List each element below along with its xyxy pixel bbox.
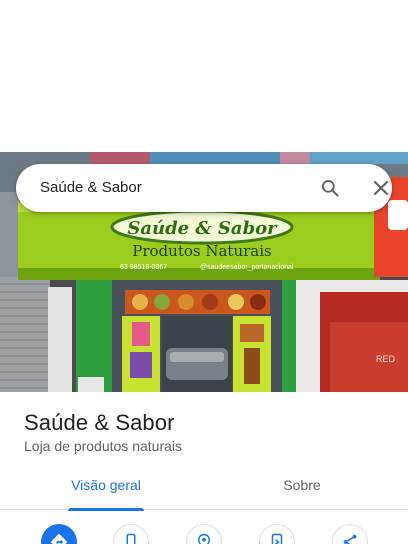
map-blank-area [0,0,408,152]
place-details-sheet: Saúde & Sabor Loja de produtos naturais … [0,392,408,544]
search-icon[interactable] [318,176,342,200]
call-button[interactable] [113,524,149,544]
tab-overview-label: Visão geral [71,477,141,493]
svg-text:RED: RED [376,354,396,364]
search-input[interactable]: Saúde & Sabor [40,164,142,212]
phone-icon [126,533,136,544]
place-category: Loja de produtos naturais [24,438,182,454]
location-icon [197,533,211,544]
tab-selected-indicator [68,508,144,511]
tab-about[interactable]: Sobre [252,468,352,510]
sign-title: Saúde & Sabor [127,218,278,239]
tab-overview[interactable]: Visão geral [56,468,156,511]
search-bar[interactable]: Saúde & Sabor [16,164,392,212]
directions-button[interactable] [41,524,77,544]
send-to-phone-icon [271,533,283,544]
sign-phone: 63 98518-0867 [120,264,167,271]
close-icon[interactable] [369,176,393,200]
send-to-phone-button[interactable] [259,524,295,544]
share-button[interactable] [332,524,368,544]
tab-about-label: Sobre [283,477,321,493]
directions-icon [50,533,68,544]
place-name: Saúde & Sabor [24,410,175,435]
action-buttons-row [0,524,408,544]
share-icon [343,534,357,544]
location-button[interactable] [186,524,222,544]
sign-subtitle: Produtos Naturais [132,242,271,260]
tab-bar: Visão geral Sobre [0,468,408,511]
sign-instagram: @saudeesabor_portonacional [200,264,294,271]
